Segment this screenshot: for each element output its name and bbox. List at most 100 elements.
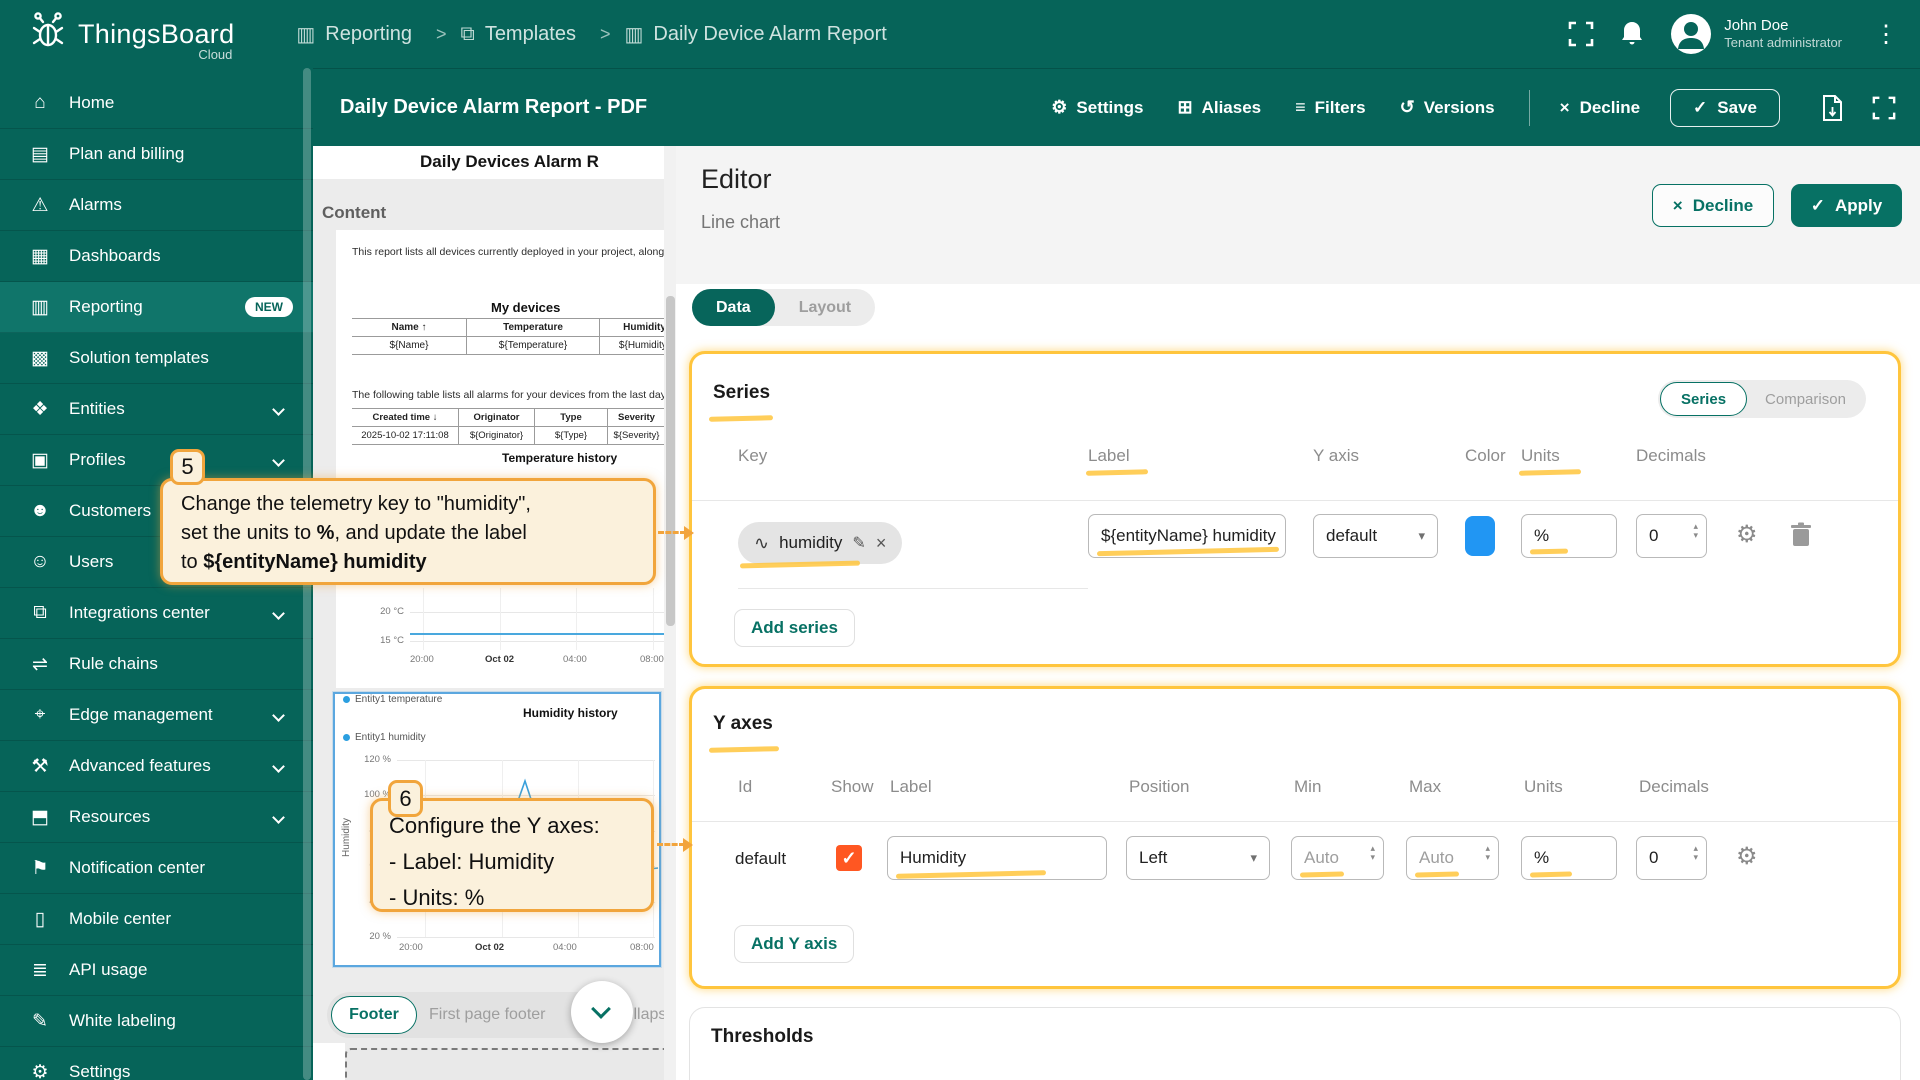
min-stepper[interactable]: Auto ▴▾ xyxy=(1291,836,1384,880)
stepper-arrows[interactable]: ▴▾ xyxy=(1693,844,1698,862)
sidebar-item[interactable]: ⚙ Settings xyxy=(0,1047,313,1080)
series-settings-gear-icon[interactable]: ⚙ xyxy=(1736,520,1758,549)
header-action-button[interactable]: ⚙ Settings xyxy=(1051,97,1143,118)
header-action-button[interactable]: ≡ Filters xyxy=(1295,97,1366,118)
user-name: John Doe xyxy=(1724,17,1842,36)
series-label-input[interactable]: ${entityName} humidity xyxy=(1088,514,1286,558)
timeseries-icon: ∿ xyxy=(754,533,769,554)
notifications-bell-icon[interactable] xyxy=(1620,20,1644,48)
report-title: Daily Device Alarm Report - PDF xyxy=(340,96,647,119)
add-y-axis-button[interactable]: Add Y axis xyxy=(734,925,854,963)
series-color-swatch[interactable] xyxy=(1465,516,1495,556)
breadcrumb-item[interactable]: ▥ Reporting > xyxy=(296,22,446,47)
header-action-label: Aliases xyxy=(1202,98,1262,118)
sidebar-item[interactable]: ⚑ Notification center xyxy=(0,843,313,894)
units-highlight xyxy=(1530,549,1568,555)
sidebar-item[interactable]: ▦ Dashboards xyxy=(0,231,313,282)
footer-chip[interactable]: Footer xyxy=(331,996,417,1034)
sidebar-item[interactable]: ▤ Plan and billing xyxy=(0,129,313,180)
y-axis-label-input[interactable]: Humidity xyxy=(887,836,1107,880)
edit-key-icon[interactable]: ✎ xyxy=(852,533,865,553)
preview-scrollbar-thumb[interactable] xyxy=(666,296,675,626)
preview-scrollbar[interactable] xyxy=(664,146,676,1080)
breadcrumb-item[interactable]: ⧉ Templates > xyxy=(461,23,611,46)
sidebar-item-icon: ⚠ xyxy=(28,194,52,217)
delete-series-icon[interactable] xyxy=(1790,522,1812,548)
collapse-preview-button[interactable] xyxy=(571,981,633,1043)
sidebar-item[interactable]: ≣ API usage xyxy=(0,945,313,996)
max-stepper[interactable]: Auto ▴▾ xyxy=(1406,836,1499,880)
sidebar-item[interactable]: ✎ White labeling xyxy=(0,996,313,1047)
editor-apply-button[interactable]: ✓ Apply xyxy=(1791,184,1902,227)
stepper-arrows[interactable]: ▴▾ xyxy=(1370,844,1375,862)
sidebar-item[interactable]: ⚠ Alarms xyxy=(0,180,313,231)
breadcrumb-item[interactable]: ▥ Daily Device Alarm Report xyxy=(624,22,886,47)
sidebar-item-icon: ▩ xyxy=(28,347,52,370)
series-yaxis-select[interactable]: default ▾ xyxy=(1313,514,1438,558)
show-checkbox[interactable]: ✓ xyxy=(836,845,862,871)
sidebar-item-label: Edge management xyxy=(69,705,213,725)
header-save-button[interactable]: ✓ Save xyxy=(1670,89,1780,127)
thresholds-heading: Thresholds xyxy=(711,1026,813,1048)
editor-title: Editor xyxy=(701,164,772,195)
header-action-button[interactable]: ↺ Versions xyxy=(1400,97,1495,118)
remove-key-icon[interactable]: × xyxy=(876,533,887,554)
header-action-label: Filters xyxy=(1315,98,1366,118)
sidebar-item[interactable]: ⇌ Rule chains xyxy=(0,639,313,690)
export-report-icon[interactable] xyxy=(1820,94,1844,122)
chevron-down-icon xyxy=(591,999,611,1019)
sidebar-item[interactable]: ▩ Solution templates xyxy=(0,333,313,384)
editor-fullscreen-icon[interactable] xyxy=(1872,96,1896,120)
alarms-table-header-cell: Originator xyxy=(459,408,535,427)
y-axis-settings-gear-icon[interactable]: ⚙ xyxy=(1736,842,1758,871)
sidebar-item[interactable]: ⬒ Resources xyxy=(0,792,313,843)
editor-decline-button[interactable]: × Decline xyxy=(1652,184,1774,227)
sidebar-item[interactable]: ▥ Reporting NEW xyxy=(0,282,313,333)
label-highlight xyxy=(1097,547,1279,556)
toggle-series[interactable]: Series xyxy=(1660,382,1747,416)
sidebar-item-label: Plan and billing xyxy=(69,144,184,164)
header-action-button[interactable]: ⊞ Aliases xyxy=(1177,97,1261,118)
breadcrumb-separator: > xyxy=(436,24,447,45)
devices-table-header-cell: Temperature xyxy=(467,318,600,337)
y-axis-units-input[interactable]: % xyxy=(1521,836,1617,880)
alarms-intro-text: The following table lists all alarms for… xyxy=(352,389,668,401)
position-select[interactable]: Left ▾ xyxy=(1126,836,1270,880)
sidebar-item-icon: ✎ xyxy=(28,1010,52,1033)
more-menu-icon[interactable]: ⋮ xyxy=(1874,20,1898,49)
sidebar-item[interactable]: ▯ Mobile center xyxy=(0,894,313,945)
stepper-arrows[interactable]: ▴▾ xyxy=(1485,844,1490,862)
first-page-footer-label[interactable]: First page footer xyxy=(429,1006,546,1024)
pdf-content-card[interactable]: This report lists all devices currently … xyxy=(336,230,676,688)
series-units-input[interactable]: % xyxy=(1521,514,1617,558)
y-axis-decimals-stepper[interactable]: 0 ▴▾ xyxy=(1636,836,1707,880)
sidebar-item-label: Home xyxy=(69,93,114,113)
fullscreen-icon[interactable] xyxy=(1568,21,1594,47)
close-icon: × xyxy=(1560,98,1570,118)
sidebar-item[interactable]: ❖ Entities xyxy=(0,384,313,435)
thingsboard-logo[interactable]: ThingsBoard Cloud xyxy=(26,12,234,56)
tab-data[interactable]: Data xyxy=(692,289,775,326)
header-decline-button[interactable]: × Decline xyxy=(1560,98,1640,118)
telemetry-key-chip[interactable]: ∿ humidity ✎ × xyxy=(738,522,902,564)
add-series-button[interactable]: Add series xyxy=(734,609,855,647)
chevron-down-icon xyxy=(272,454,285,467)
sidebar-item[interactable]: ⌂ Home xyxy=(0,78,313,129)
devices-table-cell: ${Name} xyxy=(352,337,467,355)
callout-6-arrowhead xyxy=(683,838,693,852)
sidebar-item[interactable]: ⧉ Integrations center xyxy=(0,588,313,639)
footer-placeholder-area[interactable] xyxy=(345,1048,676,1080)
stepper-arrows[interactable]: ▴▾ xyxy=(1693,522,1698,540)
sidebar-item[interactable]: ⌖ Edge management xyxy=(0,690,313,741)
sidebar-item-icon: ▣ xyxy=(28,449,52,472)
series-decimals-stepper[interactable]: 0 ▴▾ xyxy=(1636,514,1707,558)
toggle-comparison[interactable]: Comparison xyxy=(1747,391,1864,408)
sidebar-item[interactable]: ⚒ Advanced features xyxy=(0,741,313,792)
breadcrumb-icon: ▥ xyxy=(296,22,315,47)
sidebar-item-label: Resources xyxy=(69,807,150,827)
chevron-down-icon xyxy=(272,760,285,773)
tab-layout[interactable]: Layout xyxy=(775,289,875,326)
sidebar-item-label: Notification center xyxy=(69,858,205,878)
breadcrumb: ▥ Reporting > ⧉ Templates > ▥ Daily Devi… xyxy=(296,22,886,47)
user-menu[interactable]: John Doe Tenant administrator xyxy=(1670,13,1842,55)
